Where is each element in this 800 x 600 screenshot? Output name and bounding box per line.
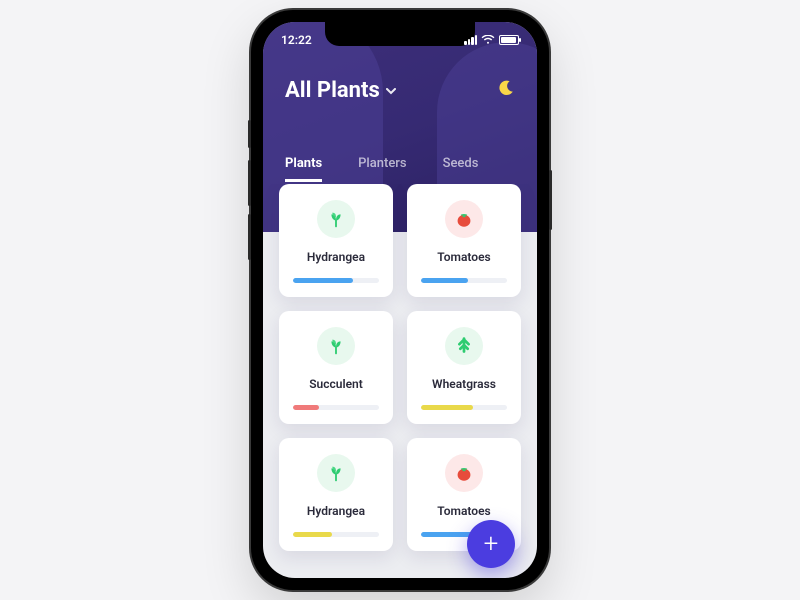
plant-card[interactable]: Wheatgrass [407, 311, 521, 424]
tab-seeds[interactable]: Seeds [443, 156, 479, 182]
plant-card[interactable]: Succulent [279, 311, 393, 424]
battery-icon [499, 35, 519, 45]
signal-icon [464, 35, 477, 45]
plant-card[interactable]: Hydrangea [279, 438, 393, 551]
status-right [464, 35, 519, 45]
volume-down [248, 214, 251, 260]
plant-card[interactable]: Tomatoes [407, 184, 521, 297]
content: Hydrangea Tomatoes Succulent Wheatgrass Hydr… [263, 184, 537, 578]
tabs: Plants Planters Seeds [285, 156, 515, 182]
tomato-icon [445, 200, 483, 238]
add-button[interactable]: + [467, 520, 515, 568]
progress-bar [293, 532, 379, 537]
progress-bar [293, 405, 379, 410]
plant-grid: Hydrangea Tomatoes Succulent Wheatgrass Hydr… [279, 184, 521, 551]
leaf-icon [317, 200, 355, 238]
progress-bar [421, 278, 507, 283]
status-time: 12:22 [281, 33, 312, 47]
plant-name: Tomatoes [437, 504, 490, 518]
status-bar: 12:22 [263, 28, 537, 52]
mute-switch [248, 120, 251, 148]
screen: 12:22 All Plants Pla [263, 22, 537, 578]
plant-name: Hydrangea [307, 250, 365, 264]
plant-card[interactable]: Hydrangea [279, 184, 393, 297]
progress-bar [293, 278, 379, 283]
plant-name: Tomatoes [437, 250, 490, 264]
phone-frame: 12:22 All Plants Pla [251, 10, 549, 590]
tab-planters[interactable]: Planters [358, 156, 406, 182]
page-title: All Plants [285, 78, 380, 103]
plant-name: Hydrangea [307, 504, 365, 518]
plus-icon: + [484, 529, 499, 559]
volume-up [248, 160, 251, 206]
tab-plants[interactable]: Plants [285, 156, 322, 182]
sprout-icon [445, 327, 483, 365]
chevron-down-icon [386, 84, 396, 98]
wifi-icon [481, 35, 495, 45]
plant-name: Wheatgrass [432, 377, 496, 391]
page-title-dropdown[interactable]: All Plants [285, 78, 396, 103]
tomato-icon [445, 454, 483, 492]
power-button [549, 170, 552, 230]
moon-icon[interactable] [497, 79, 515, 102]
plant-name: Succulent [309, 377, 363, 391]
leaf-icon [317, 327, 355, 365]
leaf-icon [317, 454, 355, 492]
progress-bar [421, 405, 507, 410]
